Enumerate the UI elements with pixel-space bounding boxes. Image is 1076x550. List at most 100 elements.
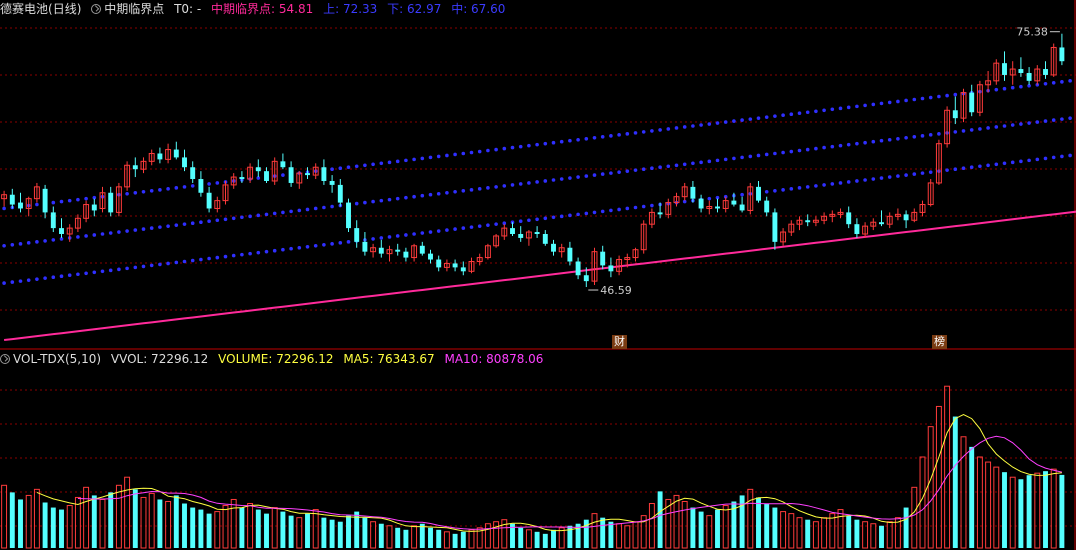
volume-bar [403,529,409,548]
mid-band-dot [149,226,154,230]
finance-marker[interactable]: 财 [612,335,627,349]
candle-body [173,149,179,158]
lower-band-dot [207,256,211,261]
lower-band-dot [412,232,416,236]
mid-band-dot [535,180,539,184]
volume-bar [419,523,425,548]
candle-body [9,194,15,205]
candle-body [452,263,458,268]
lower-band-dot [805,185,810,189]
volume-bar [108,492,114,548]
upper-band-dot [158,188,162,192]
lower-band-dot [707,196,712,201]
upper-band-dot [781,113,785,117]
volume-bar [715,509,720,548]
mid-band-dot [953,130,958,134]
lower-band-dot [633,205,638,210]
lower-band-dot [543,216,548,221]
volume-bar [952,416,958,548]
mid-band-dot [354,201,359,206]
candle-body [1026,72,1032,81]
upper-band-dot [732,119,736,123]
upper-band-dot [805,110,810,115]
lower-band-dot [51,275,56,280]
mid-band-dot [846,142,851,147]
lower-band-dot [477,224,482,228]
mid-band-dot [715,158,720,163]
upper-band-dot [600,135,605,139]
upper-band-dot [928,95,933,100]
mid-band-dot [969,128,974,132]
mid-band-dot [855,141,859,146]
lower-band-dot [43,276,47,280]
vvol-value: VVOL: 72296.12 [110,352,209,366]
candle-body [198,179,204,193]
mid-band-dot [322,205,326,210]
volume-bar [600,517,606,548]
candle-body [551,243,556,252]
lower-band-dot [35,277,39,281]
mid-band-dot [281,210,285,215]
lower-band-dot [1051,155,1056,160]
lower-band-dot [133,265,138,270]
mid-band-dot [863,140,867,145]
dragon-tiger-marker[interactable]: 榜 [932,335,947,349]
volume-dropdown-icon[interactable] [0,353,10,364]
lower-band-dot [461,226,466,230]
upper-band-dot [1051,81,1056,85]
stock-chart[interactable]: 75.38 46.59 [0,0,1076,550]
mid-band-dot [404,195,408,200]
lower-band-dot [346,240,351,244]
mid-band-dot [543,179,548,183]
upper-band-dot [445,153,449,158]
lower-band-dot [18,279,23,283]
grid-lines [0,0,1076,550]
lower-band-dot [436,229,441,233]
upper-band-dot [576,137,580,142]
lower-band-dot [855,179,859,183]
candle-body [969,92,975,113]
upper-band-dot [527,143,531,148]
upper-band-dot [822,108,826,113]
candle-body [264,171,269,181]
lower-band-dot [920,171,925,175]
lower-band-dot [1035,157,1040,162]
lower-band-dot [379,236,384,240]
indicator-dropdown-icon[interactable] [91,3,102,14]
main-chart-header: 德赛电池(日线) 中期临界点 T0: - 中期临界点: 54.81 上: 72.… [0,0,511,18]
candle-body [378,247,384,254]
upper-band-dot [887,100,892,105]
stock-name[interactable]: 德赛电池(日线) [0,2,85,16]
mid-band-dot [510,183,515,187]
candle-body [518,234,524,238]
upper-band-dot [59,199,64,204]
lower-band-dot [527,218,531,223]
volume-indicator-selector[interactable]: VOL-TDX(5,10) [0,352,105,366]
mid-band-dot [937,132,941,136]
volume-bar [534,531,540,548]
mid-band-dot [1043,119,1048,123]
upper-band-dot [682,125,687,129]
lower-band-dot [387,235,392,239]
candle-body [403,251,409,258]
mid-band-dot [518,182,523,186]
candle-body [739,204,745,211]
volume-bar [460,531,466,548]
volume-bar [337,521,343,548]
mid-band-dot [289,209,293,214]
mid-band-dot [822,145,826,150]
volume-indicator-name: VOL-TDX(5,10) [13,352,102,366]
mid-band-dot [84,234,88,238]
lower-band-dot [781,188,785,192]
candle-body [1059,47,1065,62]
upper-band-dot [1060,80,1064,84]
mid-band-dot [674,163,679,168]
volume-bar [1018,479,1024,548]
upper-band-dot [133,190,138,195]
upper-band-dot [617,133,621,137]
lower-band-dot [469,225,474,229]
indicator-selector[interactable]: 中期临界点 [91,2,168,16]
ma10-value: MA10: 80878.06 [444,352,544,366]
upper-band-dot [994,87,999,92]
upper-band-dot [76,197,80,202]
